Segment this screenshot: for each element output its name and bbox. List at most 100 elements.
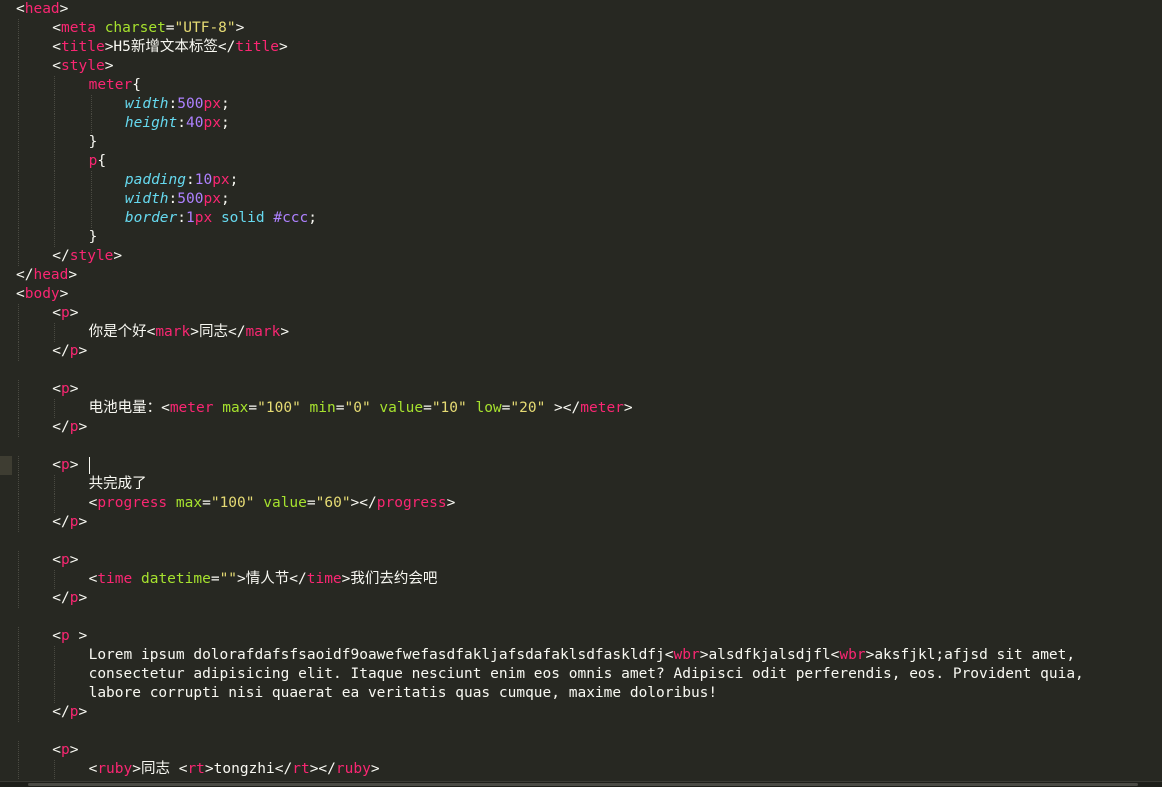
token-tag: time (306, 571, 342, 587)
code-line[interactable]: <head> (16, 0, 1162, 19)
code-line[interactable]: <p> (16, 304, 1162, 323)
token-attr: value (379, 400, 424, 416)
token-punc: > (204, 761, 214, 777)
token-punc (132, 571, 141, 587)
token-tag: head (33, 267, 69, 283)
indent-guide (18, 76, 19, 95)
token-text: H5新增文本标签 (113, 39, 218, 55)
code-area[interactable]: <head> <meta charset="UTF-8"> <title>H5新增文… (16, 0, 1162, 779)
token-punc: { (97, 153, 107, 169)
token-punc: > (132, 761, 141, 777)
token-prop: padding (124, 172, 186, 188)
token-punc: > (78, 343, 88, 359)
horizontal-scrollbar[interactable] (0, 781, 1162, 787)
line-content: <meta charset="UTF-8"> (52, 20, 244, 36)
token-prop: width (124, 96, 169, 112)
code-line[interactable]: p{ (16, 152, 1162, 171)
scrollbar-thumb[interactable] (28, 783, 1138, 786)
code-line[interactable]: <p> (16, 456, 1162, 475)
token-str: "100" (210, 495, 255, 511)
token-text: 我们去约会吧 (350, 571, 438, 587)
code-line[interactable]: </p> (16, 513, 1162, 532)
token-punc: = (306, 495, 316, 511)
code-line[interactable] (16, 437, 1162, 456)
code-line[interactable]: </p> (16, 418, 1162, 437)
code-line[interactable] (16, 608, 1162, 627)
indent-guide (18, 399, 19, 418)
token-punc: : (168, 96, 178, 112)
code-line[interactable]: 电池电量：<meter max="100" min="0" value="10"… (16, 399, 1162, 418)
code-line[interactable]: <meta charset="UTF-8"> (16, 19, 1162, 38)
code-line[interactable]: <style> (16, 57, 1162, 76)
token-num: 500 (177, 191, 204, 207)
code-line[interactable]: <progress max="100" value="60"></progres… (16, 494, 1162, 513)
code-line[interactable] (16, 722, 1162, 741)
token-punc: ; (229, 172, 239, 188)
token-punc: > (59, 286, 69, 302)
code-line[interactable]: width:500px; (16, 95, 1162, 114)
token-punc: ; (220, 115, 230, 131)
code-line[interactable]: </p> (16, 342, 1162, 361)
code-line[interactable]: <p> (16, 741, 1162, 760)
code-line[interactable]: <body> (16, 285, 1162, 304)
code-line[interactable]: width:500px; (16, 190, 1162, 209)
token-val: solid (220, 210, 265, 226)
indent-guide (54, 760, 56, 779)
indent-guide (18, 589, 19, 608)
token-punc: < (52, 20, 62, 36)
token-punc: < (16, 286, 25, 302)
code-line[interactable]: <ruby>同志 <rt>tongzhi</rt></ruby> (16, 760, 1162, 779)
indent-guide (18, 95, 19, 114)
code-line[interactable]: <time datetime="">情人节</time>我们去约会吧 (16, 570, 1162, 589)
code-line[interactable]: 你是个好<mark>同志</mark> (16, 323, 1162, 342)
code-line[interactable]: </style> (16, 247, 1162, 266)
code-line[interactable]: <p > (16, 627, 1162, 646)
token-punc (96, 20, 105, 36)
indent-guide (54, 133, 56, 152)
code-line[interactable]: labore corrupti nisi quaerat ea veritati… (16, 684, 1162, 703)
line-content: height:40px; (125, 115, 230, 131)
code-line[interactable]: <title>H5新增文本标签</title> (16, 38, 1162, 57)
code-line[interactable]: } (16, 228, 1162, 247)
token-punc: </ (227, 324, 246, 340)
token-punc: < (52, 381, 62, 397)
token-attr: min (309, 400, 336, 416)
indent-guide (18, 741, 19, 760)
indent-guide (54, 95, 56, 114)
code-line[interactable]: } (16, 133, 1162, 152)
token-unit: px (212, 172, 230, 188)
token-punc (255, 495, 264, 511)
token-punc: > (104, 58, 114, 74)
line-content: <p> (52, 552, 78, 568)
token-num: 1 (186, 210, 195, 226)
code-line[interactable]: <p> (16, 380, 1162, 399)
token-tag: ruby (335, 761, 371, 777)
code-line[interactable]: </p> (16, 703, 1162, 722)
code-editor[interactable]: <head> <meta charset="UTF-8"> <title>H5新增文… (0, 0, 1162, 787)
code-line[interactable] (16, 361, 1162, 380)
code-line[interactable]: 共完成了 (16, 475, 1162, 494)
indent-guide (18, 323, 19, 342)
indent-guide (18, 133, 19, 152)
indent-guide (18, 684, 19, 703)
line-content: meter{ (89, 77, 141, 93)
token-prop: border (124, 210, 178, 226)
code-line[interactable]: border:1px solid #ccc; (16, 209, 1162, 228)
code-line[interactable]: Lorem ipsum dolorafdafsfsaoidf9oawefwefa… (16, 646, 1162, 665)
code-line[interactable]: </p> (16, 589, 1162, 608)
indent-guide (18, 551, 19, 570)
code-line[interactable]: height:40px; (16, 114, 1162, 133)
token-text: 电池电量： (88, 400, 162, 416)
token-punc: } (88, 134, 98, 150)
code-line[interactable] (16, 532, 1162, 551)
token-punc: > (78, 514, 88, 530)
code-line[interactable]: padding:10px; (16, 171, 1162, 190)
code-line[interactable]: consectetur adipisicing elit. Itaque nes… (16, 665, 1162, 684)
token-punc: < (664, 647, 674, 663)
code-line[interactable]: meter{ (16, 76, 1162, 95)
token-punc: ></ (350, 495, 377, 511)
code-line[interactable]: <p> (16, 551, 1162, 570)
line-gutter[interactable] (0, 0, 12, 787)
token-unit: px (203, 96, 221, 112)
code-line[interactable]: </head> (16, 266, 1162, 285)
